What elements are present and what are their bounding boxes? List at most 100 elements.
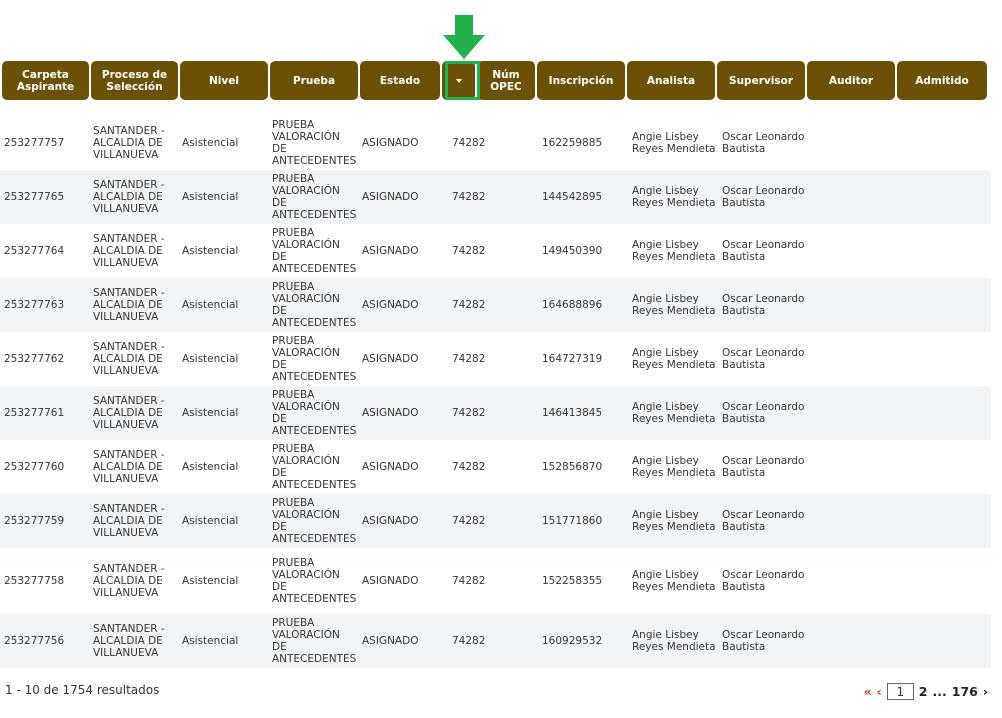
cell-inscripcion: 152258355 bbox=[542, 575, 603, 587]
pagination: « ‹ 1 2 ... 176 › bbox=[864, 683, 988, 700]
cell-line: PRUEBA bbox=[272, 227, 315, 239]
page-link-last[interactable]: 176 bbox=[952, 684, 978, 699]
cell-nivel: Asistencial bbox=[182, 137, 239, 149]
cell-line: VALORACIÓN bbox=[272, 347, 340, 359]
cell-inscripcion: 162259885 bbox=[542, 137, 603, 149]
column-header-admitido[interactable]: Admitido bbox=[897, 61, 987, 100]
cell-proceso: SANTANDER - ALCALDIA DE VILLANUEVA bbox=[91, 395, 180, 431]
column-header-analista[interactable]: Analista bbox=[627, 61, 715, 100]
cell-prueba: PRUEBA VALORACIÓN DE ANTECEDENTES bbox=[270, 443, 360, 491]
table-row[interactable]: 253277762 SANTANDER - ALCALDIA DE VILLANUEV… bbox=[0, 332, 991, 386]
cell-line: Bautista bbox=[722, 521, 766, 533]
cell-line: VILLANUEVA bbox=[93, 311, 159, 323]
column-header-opec[interactable]: Núm OPEC bbox=[477, 61, 535, 100]
next-page-icon[interactable]: › bbox=[983, 684, 988, 699]
cell-analista: Angie Lisbey Reyes Mendieta bbox=[630, 131, 720, 155]
cell-line: PRUEBA bbox=[272, 119, 315, 131]
column-header-proceso[interactable]: Proceso de Selección bbox=[91, 61, 178, 100]
cell-line: SANTANDER - bbox=[93, 233, 165, 245]
cell-nivel: Asistencial bbox=[182, 191, 239, 203]
cell-nivel: Asistencial bbox=[182, 245, 239, 257]
cell-line: Oscar Leonardo bbox=[722, 131, 805, 143]
cell-line: Bautista bbox=[722, 305, 766, 317]
table-row[interactable]: 253277756 SANTANDER - ALCALDIA DE VILLANUEV… bbox=[0, 614, 991, 668]
cell-line: Angie Lisbey bbox=[632, 293, 699, 305]
cell-proceso: SANTANDER - ALCALDIA DE VILLANUEVA bbox=[91, 623, 180, 659]
table-row[interactable]: 253277761 SANTANDER - ALCALDIA DE VILLANUEV… bbox=[0, 386, 991, 440]
column-header-inscripcion[interactable]: Inscripción bbox=[537, 61, 625, 100]
table-row[interactable]: 253277759 SANTANDER - ALCALDIA DE VILLANUEV… bbox=[0, 494, 991, 548]
column-header-label: Inscripción bbox=[548, 74, 614, 87]
table-row[interactable]: 253277764 SANTANDER - ALCALDIA DE VILLANUEV… bbox=[0, 224, 991, 278]
cell-line: ALCALDIA DE bbox=[93, 635, 163, 647]
table-row[interactable]: 253277763 SANTANDER - ALCALDIA DE VILLANUEV… bbox=[0, 278, 991, 332]
cell-estado: ASIGNADO bbox=[362, 407, 419, 419]
column-header-nivel[interactable]: Nivel bbox=[180, 61, 268, 100]
cell-nivel: Asistencial bbox=[182, 353, 239, 365]
table-row[interactable]: 253277758 SANTANDER - ALCALDIA DE VILLANUEV… bbox=[0, 548, 991, 614]
column-header-auditor[interactable]: Auditor bbox=[807, 61, 895, 100]
cell-carpeta: 253277761 bbox=[4, 407, 65, 419]
cell-nivel: Asistencial bbox=[182, 299, 239, 311]
cell-line: ALCALDIA DE bbox=[93, 191, 163, 203]
column-header-estado[interactable]: Estado bbox=[360, 61, 440, 100]
cell-carpeta: 253277756 bbox=[4, 635, 65, 647]
cell-line: Reyes Mendieta bbox=[632, 197, 716, 209]
page-link-2[interactable]: 2 bbox=[919, 684, 928, 699]
cell-line: ANTECEDENTES bbox=[272, 653, 357, 665]
cell-line: PRUEBA bbox=[272, 389, 315, 401]
previous-page-icon[interactable]: ‹ bbox=[877, 684, 882, 699]
cell-line: ANTECEDENTES bbox=[272, 155, 357, 167]
cell-line: VILLANUEVA bbox=[93, 149, 159, 161]
table-row[interactable]: 253277765 SANTANDER - ALCALDIA DE VILLANUEV… bbox=[0, 170, 991, 224]
cell-estado: ASIGNADO bbox=[362, 575, 419, 587]
cell-line: Oscar Leonardo bbox=[722, 629, 805, 641]
table-row[interactable]: 253277757 SANTANDER - ALCALDIA DE VILLANUEV… bbox=[0, 116, 991, 170]
cell-analista: Angie Lisbey Reyes Mendieta bbox=[630, 569, 720, 593]
cell-line: Reyes Mendieta bbox=[632, 413, 716, 425]
cell-line: VILLANUEVA bbox=[93, 647, 159, 659]
cell-line: SANTANDER - bbox=[93, 503, 165, 515]
cell-analista: Angie Lisbey Reyes Mendieta bbox=[630, 509, 720, 533]
column-header-label: Núm OPEC bbox=[490, 68, 522, 93]
first-page-icon[interactable]: « bbox=[864, 684, 872, 699]
cell-line: DE bbox=[272, 197, 287, 209]
cell-opec: 74282 bbox=[452, 461, 486, 473]
cell-line: ALCALDIA DE bbox=[93, 407, 163, 419]
cell-carpeta: 253277760 bbox=[4, 461, 65, 473]
column-header-label: Admitido bbox=[915, 74, 969, 87]
current-page-input[interactable]: 1 bbox=[886, 683, 914, 700]
cell-line: VALORACIÓN bbox=[272, 509, 340, 521]
cell-line: Bautista bbox=[722, 143, 766, 155]
column-header-label: Nivel bbox=[209, 74, 239, 87]
column-header-carpeta[interactable]: Carpeta Aspirante bbox=[2, 61, 89, 100]
cell-prueba: PRUEBA VALORACIÓN DE ANTECEDENTES bbox=[270, 227, 360, 275]
cell-supervisor: Oscar Leonardo Bautista bbox=[720, 131, 810, 155]
cell-line: DE bbox=[272, 305, 287, 317]
cell-line: ANTECEDENTES bbox=[272, 263, 357, 275]
cell-line: PRUEBA bbox=[272, 617, 315, 629]
cell-line: ALCALDIA DE bbox=[93, 515, 163, 527]
cell-line: Reyes Mendieta bbox=[632, 251, 716, 263]
cell-opec: 74282 bbox=[452, 245, 486, 257]
cell-carpeta: 253277765 bbox=[4, 191, 65, 203]
cell-opec: 74282 bbox=[452, 137, 486, 149]
cell-estado: ASIGNADO bbox=[362, 515, 419, 527]
cell-supervisor: Oscar Leonardo Bautista bbox=[720, 569, 810, 593]
cell-line: SANTANDER - bbox=[93, 563, 165, 575]
cell-line: ALCALDIA DE bbox=[93, 461, 163, 473]
column-header-prueba[interactable]: Prueba bbox=[270, 61, 358, 100]
column-header-supervisor[interactable]: Supervisor bbox=[717, 61, 805, 100]
cell-line: ALCALDIA DE bbox=[93, 245, 163, 257]
cell-line: Angie Lisbey bbox=[632, 131, 699, 143]
cell-nivel: Asistencial bbox=[182, 461, 239, 473]
cell-estado: ASIGNADO bbox=[362, 353, 419, 365]
cell-line: Angie Lisbey bbox=[632, 569, 699, 581]
table-row[interactable]: 253277760 SANTANDER - ALCALDIA DE VILLANUEV… bbox=[0, 440, 991, 494]
cell-inscripcion: 144542895 bbox=[542, 191, 603, 203]
cell-line: SANTANDER - bbox=[93, 395, 165, 407]
cell-inscripcion: 152856870 bbox=[542, 461, 603, 473]
cell-line: Angie Lisbey bbox=[632, 629, 699, 641]
cell-analista: Angie Lisbey Reyes Mendieta bbox=[630, 455, 720, 479]
cell-line: Bautista bbox=[722, 641, 766, 653]
